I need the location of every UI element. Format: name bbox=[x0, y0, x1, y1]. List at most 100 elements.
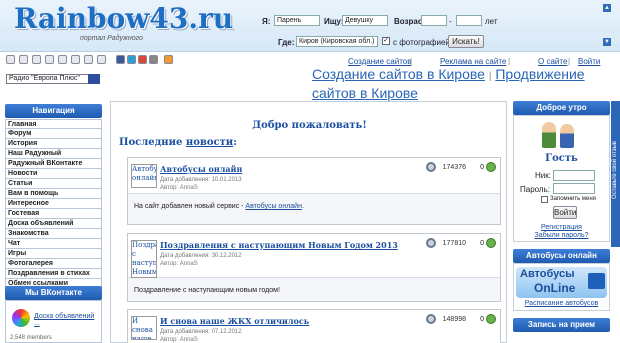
news-comments: 0 bbox=[480, 240, 484, 247]
news-date: Дата добавления: 07.12.2012 bbox=[160, 329, 242, 335]
radio-play-button[interactable] bbox=[88, 74, 100, 84]
nav-item-dating[interactable]: Знакомства bbox=[5, 229, 102, 239]
scroll-down-icon[interactable]: ▼ bbox=[603, 38, 611, 46]
login-button[interactable]: Войти bbox=[553, 206, 577, 219]
news-thumbnail[interactable]: Автобусы онлайн bbox=[131, 164, 157, 188]
news-views: 177810 bbox=[442, 240, 466, 247]
radio-select[interactable]: Радио "Европа Плюс" bbox=[6, 74, 100, 84]
nav-item-vk[interactable]: Радужный ВКонтакте bbox=[5, 159, 102, 169]
user-icon[interactable] bbox=[45, 55, 54, 64]
nav-item-news[interactable]: Новости bbox=[5, 169, 102, 179]
views-icon bbox=[426, 314, 436, 324]
toplink-divider: | bbox=[410, 57, 413, 66]
where-label: Где: bbox=[278, 38, 295, 47]
print-icon[interactable] bbox=[84, 55, 93, 64]
photo-label: с фотографией bbox=[393, 38, 450, 47]
logo-text: Rainbow43.ru bbox=[14, 2, 234, 35]
comments-icon[interactable] bbox=[486, 314, 496, 324]
login-panel: Гость Ник: Пароль: Запомнить меня Войти … bbox=[513, 115, 610, 242]
search-submit-button[interactable]: Искать! bbox=[448, 35, 484, 48]
nav-item-home[interactable]: Главная bbox=[5, 119, 102, 129]
age-from-input[interactable] bbox=[421, 15, 447, 26]
ishu-label: Ищу: bbox=[324, 17, 344, 26]
news-title[interactable]: И снова наше ЖКХ отличилось bbox=[160, 316, 309, 326]
rss-icon[interactable] bbox=[164, 55, 173, 64]
news-item: И снова наше ЖКХ И снова наше ЖКХ отличи… bbox=[127, 309, 501, 343]
twitter-icon[interactable] bbox=[127, 55, 136, 64]
news-title[interactable]: Поздравления с наступающим Новым Годом 2… bbox=[160, 240, 398, 250]
toplink-create[interactable]: Создание сайтов bbox=[348, 57, 412, 66]
comments-icon[interactable] bbox=[486, 162, 496, 172]
photo-checkbox[interactable]: ✓ bbox=[382, 37, 390, 45]
nav-item-help[interactable]: Вам в помощь bbox=[5, 189, 102, 199]
news-comments: 0 bbox=[480, 164, 484, 171]
google-icon[interactable] bbox=[138, 55, 147, 64]
news-thumbnail[interactable]: Поздравление с наступающим Новым Годом 2… bbox=[131, 240, 157, 278]
news-views: 174376 bbox=[442, 164, 466, 171]
news-author: Автор: AnnaS bbox=[160, 185, 198, 191]
forgot-password-link[interactable]: Забыли пароль? bbox=[514, 232, 609, 239]
news-author: Автор: AnnaS bbox=[160, 337, 198, 343]
nav-item-articles[interactable]: Статьи bbox=[5, 179, 102, 189]
cart-icon[interactable] bbox=[97, 55, 106, 64]
headline: Создание сайтов в Кирове | Продвижение с… bbox=[312, 66, 617, 101]
nav-item-forum[interactable]: Форум bbox=[5, 129, 102, 139]
age-dash: - bbox=[449, 17, 452, 26]
logo-slogan: портал Радужного bbox=[80, 35, 143, 42]
nav-item-chat[interactable]: Чат bbox=[5, 239, 102, 249]
calendar-icon[interactable] bbox=[58, 55, 67, 64]
search-icon[interactable] bbox=[71, 55, 80, 64]
vk-group-avatar[interactable] bbox=[12, 309, 30, 327]
comments-icon[interactable] bbox=[486, 238, 496, 248]
main-content: Добро пожаловать! Последние новости: Авт… bbox=[110, 101, 507, 343]
news-title[interactable]: Автобусы онлайн bbox=[160, 164, 242, 174]
views-icon bbox=[426, 238, 436, 248]
news-body-link[interactable]: Автобусы онлайн bbox=[245, 203, 302, 210]
site-logo[interactable]: Rainbow43.ru портал Радужного bbox=[14, 2, 233, 46]
vk-members: 2,548 members bbox=[10, 335, 52, 341]
nav-item-board[interactable]: Доска объявлений bbox=[5, 219, 102, 229]
remember-label: Запомнить меня bbox=[550, 196, 596, 202]
nick-label: Ник: bbox=[535, 171, 551, 180]
ya-select[interactable]: Парень bbox=[274, 15, 320, 26]
password-input[interactable] bbox=[553, 183, 595, 194]
news-link[interactable]: новости bbox=[186, 137, 233, 148]
nick-input[interactable] bbox=[553, 170, 595, 181]
top-bar: Rainbow43.ru портал Радужного Я: Парень … bbox=[0, 0, 620, 52]
age-unit: лет bbox=[485, 17, 498, 26]
feedback-tab[interactable]: Оставьте свой отзыв bbox=[611, 101, 620, 247]
nav-item-poems[interactable]: Поздравления в стихах bbox=[5, 269, 102, 279]
toplink-ads[interactable]: Реклама на сайте bbox=[440, 57, 506, 66]
nav-item-games[interactable]: Игры bbox=[5, 249, 102, 259]
bus-panel: Автобусы OnLine Расписание автобусов bbox=[513, 263, 610, 311]
news-thumbnail[interactable]: И снова наше ЖКХ bbox=[131, 316, 157, 340]
mail-icon[interactable] bbox=[32, 55, 41, 64]
nav-item-history[interactable]: История bbox=[5, 139, 102, 149]
facebook-icon[interactable] bbox=[116, 55, 125, 64]
home-icon[interactable] bbox=[6, 55, 15, 64]
ishu-select[interactable]: Девушку bbox=[342, 15, 388, 26]
toplink-divider: | bbox=[508, 57, 511, 66]
nav-item-our-town[interactable]: Наш Радужный bbox=[5, 149, 102, 159]
vk-group-link[interactable]: Доска объявлений ... bbox=[34, 313, 101, 327]
age-to-input[interactable] bbox=[456, 15, 482, 26]
where-select[interactable]: Киров (Кировская обл.) bbox=[296, 36, 378, 47]
bookmark-icon[interactable] bbox=[19, 55, 28, 64]
share-icon[interactable] bbox=[149, 55, 158, 64]
nav-item-interesting[interactable]: Интересное bbox=[5, 199, 102, 209]
scroll-up-icon[interactable]: ▲ bbox=[603, 4, 611, 12]
headline-link-create[interactable]: Создание сайтов в Кирове bbox=[312, 66, 485, 82]
nav-title: Навигация bbox=[5, 104, 102, 118]
signup-title: Запись на прием bbox=[513, 318, 610, 332]
nav-item-gallery[interactable]: Фотогалерея bbox=[5, 259, 102, 269]
remember-checkbox[interactable] bbox=[541, 196, 548, 203]
bus-icon bbox=[588, 273, 605, 289]
welcome-heading: Добро пожаловать! bbox=[252, 120, 367, 131]
guest-avatar-icon bbox=[560, 124, 574, 148]
nav-item-guestbook[interactable]: Гостевая bbox=[5, 209, 102, 219]
bus-banner[interactable]: Автобусы OnLine bbox=[516, 267, 607, 298]
toplink-login[interactable]: Войти bbox=[578, 57, 600, 66]
register-link[interactable]: Регистрация bbox=[514, 224, 609, 231]
toplink-about[interactable]: О сайте bbox=[538, 57, 567, 66]
bus-schedule-link[interactable]: Расписание автобусов bbox=[514, 300, 609, 307]
